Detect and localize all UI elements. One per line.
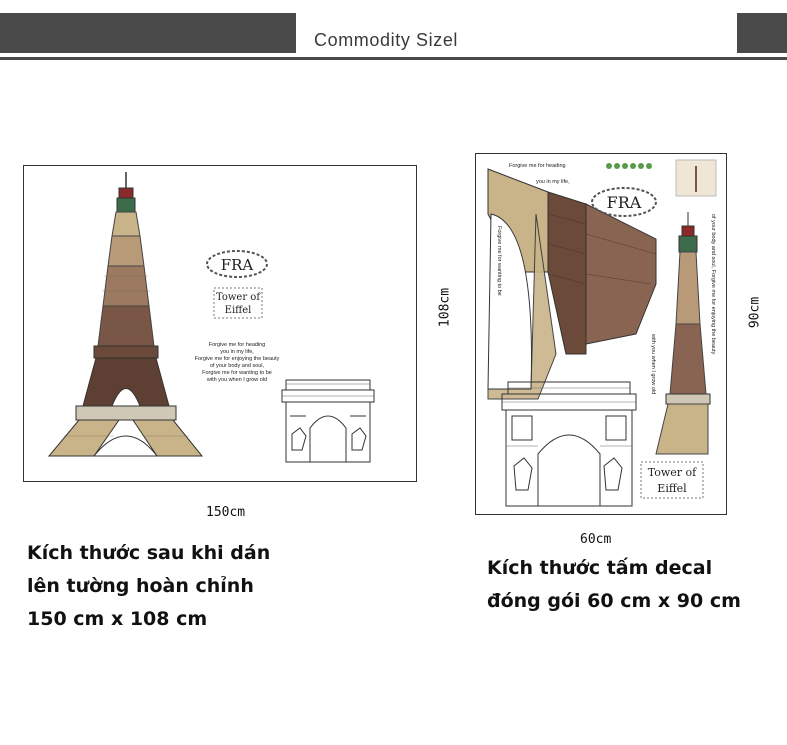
- tower-label-line2: Eiffel: [225, 305, 252, 316]
- tower-of-eiffel-badge: Tower of Eiffel: [640, 461, 704, 499]
- header-bar-right: [737, 13, 787, 53]
- fra-badge: FRA: [591, 187, 657, 217]
- poem-line: you in my life,: [220, 349, 254, 355]
- poem-line: Forgive me for heading: [209, 342, 266, 348]
- left-height-label: 108cm: [437, 287, 453, 328]
- eiffel-tower-illustration: [655, 212, 711, 455]
- header-rule: [0, 57, 787, 60]
- sheet-size-caption: Kích thước tấm decal đóng gói 60 cm x 90…: [487, 552, 741, 618]
- poem-line: Forgive me for wanting to be: [202, 370, 272, 376]
- installed-decal-preview: FRA Tower of Eiffel Forgive me for headi…: [23, 165, 417, 482]
- left-width-label: 150cm: [206, 505, 246, 520]
- sheet-side-text: of your body and soul, Forgive me for en…: [710, 214, 716, 355]
- poem-line: of your body and soul,: [210, 363, 265, 369]
- decal-sheet-artwork: Forgive me for heading you in my life, F…: [487, 159, 717, 507]
- leaf-decoration-icons: [606, 163, 652, 169]
- poem-line: with you when I grow old: [206, 377, 267, 383]
- header-bar-left: [0, 13, 296, 53]
- page-title: Commodity Sizel: [314, 30, 459, 50]
- tower-label-line2: Eiffel: [657, 482, 687, 495]
- decal-sheet-preview: Forgive me for heading you in my life, F…: [475, 153, 727, 515]
- caption-line: đóng gói 60 cm x 90 cm: [487, 590, 741, 612]
- fra-badge: FRA: [206, 250, 268, 278]
- caption-line: 150 cm x 108 cm: [27, 608, 208, 630]
- fra-text: FRA: [221, 256, 254, 274]
- caption-line: Kích thước tấm decal: [487, 557, 713, 579]
- sheet-top-text: Forgive me for heading: [509, 163, 566, 169]
- sheet-top-text: you in my life,: [536, 179, 570, 185]
- fra-text: FRA: [607, 193, 642, 212]
- right-height-label: 90cm: [747, 296, 763, 329]
- eiffel-tower-illustration: [47, 172, 204, 457]
- tower-label-line1: Tower of: [216, 292, 261, 303]
- installed-size-caption: Kích thước sau khi dán lên tường hoàn ch…: [27, 537, 270, 636]
- poem-line: Forgive me for enjoying the beauty: [195, 356, 280, 362]
- caption-line: lên tường hoàn chỉnh: [27, 575, 254, 597]
- right-width-label: 60cm: [580, 532, 612, 547]
- arc-de-triomphe-illustration: [501, 381, 637, 507]
- sheet-side-text: with you when I grow old: [650, 333, 656, 394]
- caption-line: Kích thước sau khi dán: [27, 542, 271, 564]
- tower-label-line1: Tower of: [648, 466, 697, 479]
- tower-of-eiffel-badge: Tower of Eiffel: [213, 287, 263, 319]
- installed-decal-artwork: FRA Tower of Eiffel Forgive me for headi…: [47, 172, 375, 463]
- sheet-side-text: Forgive me for wanting to be: [496, 226, 502, 296]
- arc-de-triomphe-illustration: [281, 379, 375, 463]
